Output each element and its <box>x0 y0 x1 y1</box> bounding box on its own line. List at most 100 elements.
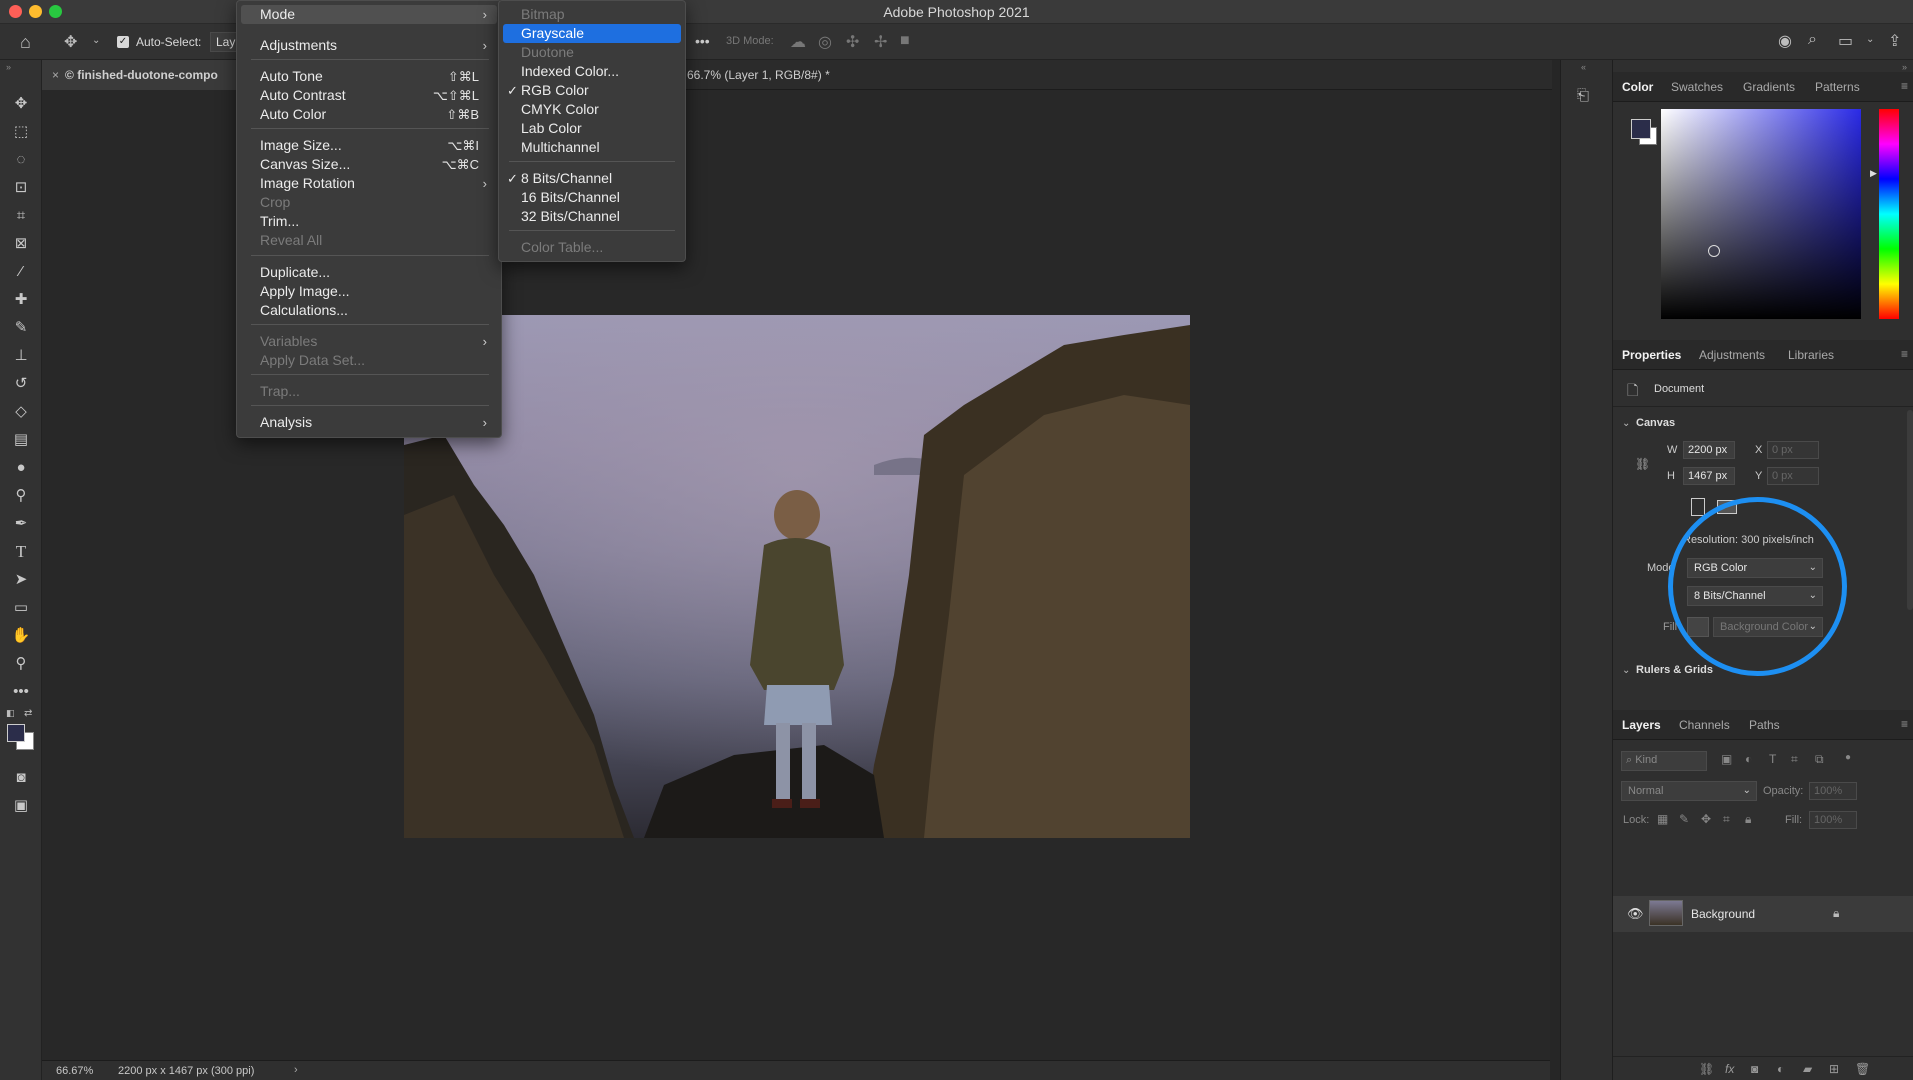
3d-slide-icon[interactable]: ✢ <box>874 32 887 52</box>
move-tool-icon[interactable]: ✥ <box>8 92 34 116</box>
collapse-panels-icon[interactable]: » <box>1902 62 1907 72</box>
lock-position-icon[interactable]: ✥ <box>1701 812 1711 826</box>
width-field[interactable]: 2200 px <box>1683 441 1735 459</box>
menu-item-trim[interactable]: Trim... <box>237 212 501 231</box>
layer-lock-icon[interactable]: 🔒︎ <box>1833 906 1839 921</box>
layers-panel-menu-icon[interactable]: ≡ <box>1901 717 1908 731</box>
menu-item-analysis[interactable]: Analysis › <box>237 413 501 432</box>
status-chevron-icon[interactable]: › <box>294 1064 298 1076</box>
collapse-dock-icon[interactable]: « <box>1581 62 1586 72</box>
lock-transparent-icon[interactable]: ▦ <box>1657 812 1668 826</box>
new-group-icon[interactable]: ▰ <box>1803 1062 1812 1076</box>
blend-mode-select[interactable]: Normal ⌄ <box>1621 781 1757 801</box>
menu-item-calculations[interactable]: Calculations... <box>237 301 501 320</box>
gradient-tool-icon[interactable]: ▤ <box>8 428 34 452</box>
document-size-info[interactable]: 2200 px x 1467 px (300 ppi) <box>118 1065 254 1077</box>
menu-item-auto-tone[interactable]: Auto Tone ⇧⌘L <box>237 67 501 86</box>
submenu-item-cmyk-color[interactable]: CMYK Color <box>499 100 685 119</box>
menu-item-apply-image[interactable]: Apply Image... <box>237 282 501 301</box>
crop-tool-icon[interactable]: ⌗ <box>8 204 34 228</box>
submenu-item-16-bits-channel[interactable]: 16 Bits/Channel <box>499 188 685 207</box>
share-icon[interactable]: ⇪ <box>1888 31 1901 51</box>
move-tool-preset-icon[interactable]: ✥ <box>64 32 77 52</box>
link-dimensions-icon[interactable]: ⛓ <box>1635 457 1650 471</box>
tab-paths[interactable]: Paths <box>1749 710 1780 740</box>
collapse-icon[interactable]: » <box>6 62 11 72</box>
3d-orbit-icon[interactable]: ☁ <box>790 32 806 52</box>
link-layers-icon[interactable]: ⛓ <box>1699 1062 1714 1076</box>
menu-item-auto-contrast[interactable]: Auto Contrast ⌥⇧⌘L <box>237 86 501 105</box>
auto-select-checkbox[interactable]: ✓ <box>117 36 129 48</box>
hue-slider-handle[interactable]: ▶ <box>1870 168 1877 179</box>
menu-item-mode[interactable]: Mode › <box>241 5 497 24</box>
lasso-tool-icon[interactable]: ◌ <box>8 148 34 172</box>
rulers-section-chevron-icon[interactable]: ⌄ <box>1622 665 1630 676</box>
submenu-item-rgb-color[interactable]: ✓ RGB Color <box>499 81 685 100</box>
more-options-button[interactable]: ••• <box>695 33 710 49</box>
blur-tool-icon[interactable]: ● <box>8 456 34 480</box>
filter-smart-object-icon[interactable]: ⧉ <box>1815 752 1824 767</box>
type-tool-icon[interactable]: T <box>8 540 34 564</box>
menu-item-image-size[interactable]: Image Size... ⌥⌘I <box>237 136 501 155</box>
properties-panel-menu-icon[interactable]: ≡ <box>1901 347 1908 361</box>
canvas-section-title[interactable]: Canvas <box>1636 417 1675 429</box>
submenu-item-32-bits-channel[interactable]: 32 Bits/Channel <box>499 207 685 226</box>
lock-all-icon[interactable]: 🔒︎ <box>1745 812 1751 827</box>
y-field[interactable]: 0 px <box>1767 467 1819 485</box>
menu-item-auto-color[interactable]: Auto Color ⇧⌘B <box>237 105 501 124</box>
trash-icon[interactable]: 🗑︎ <box>1855 1062 1870 1076</box>
3d-pan-icon[interactable]: ✣ <box>846 32 859 52</box>
workspace-chevron-icon[interactable]: ⌄ <box>1866 34 1874 45</box>
foreground-color-swatch[interactable] <box>7 724 25 742</box>
canvas-section-chevron-icon[interactable]: ⌄ <box>1622 418 1630 429</box>
eye-icon[interactable]: 👁︎ <box>1627 906 1644 922</box>
object-selection-tool-icon[interactable]: ⊡ <box>8 176 34 200</box>
workspace-icon[interactable]: ▭ <box>1838 31 1853 51</box>
menu-item-image-rotation[interactable]: Image Rotation › <box>237 174 501 193</box>
color-picker-cursor[interactable] <box>1708 245 1720 257</box>
x-field[interactable]: 0 px <box>1767 441 1819 459</box>
portrait-orientation-icon[interactable] <box>1691 498 1705 516</box>
submenu-item-multichannel[interactable]: Multichannel <box>499 138 685 157</box>
auto-select-dropdown[interactable]: Lay <box>210 32 238 52</box>
submenu-item-indexed-color[interactable]: Indexed Color... <box>499 62 685 81</box>
layer-name[interactable]: Background <box>1691 907 1755 921</box>
brush-tool-icon[interactable]: ✎ <box>8 316 34 340</box>
properties-scrollbar[interactable] <box>1907 410 1913 610</box>
lock-image-icon[interactable]: ✎ <box>1679 812 1689 826</box>
marquee-tool-icon[interactable]: ⬚ <box>8 120 34 144</box>
new-adjustment-layer-icon[interactable]: ◐ <box>1777 1062 1784 1076</box>
opacity-field[interactable]: 100% <box>1809 782 1857 800</box>
zoom-level[interactable]: 66.67% <box>56 1065 93 1077</box>
search-icon[interactable]: ⌕ <box>1808 31 1817 49</box>
rectangle-tool-icon[interactable]: ▭ <box>8 596 34 620</box>
filter-shape-icon[interactable]: ⌗ <box>1791 752 1798 767</box>
panel-foreground-swatch[interactable] <box>1631 119 1651 139</box>
layer-style-icon[interactable]: fx <box>1725 1062 1734 1076</box>
eyedropper-tool-icon[interactable]: ⁄ <box>8 260 34 284</box>
tab-channels[interactable]: Channels <box>1679 710 1730 740</box>
document-tab[interactable]: × © finished-duotone-compo <box>42 60 238 90</box>
menu-item-canvas-size[interactable]: Canvas Size... ⌥⌘C <box>237 155 501 174</box>
quick-mask-icon[interactable]: ◙ <box>8 766 34 790</box>
color-panel-menu-icon[interactable]: ≡ <box>1901 79 1908 93</box>
tab-gradients[interactable]: Gradients <box>1743 72 1795 102</box>
submenu-item-lab-color[interactable]: Lab Color <box>499 119 685 138</box>
chevron-down-icon[interactable]: ⌄ <box>92 35 100 46</box>
screen-mode-icon[interactable]: ▣ <box>8 794 34 818</box>
dodge-tool-icon[interactable]: ⚲ <box>8 484 34 508</box>
submenu-item-grayscale[interactable]: Grayscale <box>503 24 681 43</box>
add-mask-icon[interactable]: ◙ <box>1751 1062 1758 1076</box>
eraser-tool-icon[interactable]: ◇ <box>8 400 34 424</box>
layer-kind-filter[interactable]: ⌕ Kind <box>1621 751 1707 771</box>
hand-tool-icon[interactable]: ✋ <box>8 624 34 648</box>
healing-brush-tool-icon[interactable]: ✚ <box>8 288 34 312</box>
path-selection-tool-icon[interactable]: ➤ <box>8 568 34 592</box>
learn-icon[interactable]: ◉ <box>1778 31 1792 51</box>
tab-swatches[interactable]: Swatches <box>1671 72 1723 102</box>
tab-properties[interactable]: Properties <box>1622 340 1681 370</box>
filter-type-icon[interactable]: T <box>1769 752 1776 766</box>
home-icon[interactable]: ⌂ <box>20 32 31 53</box>
tab-libraries[interactable]: Libraries <box>1788 340 1834 370</box>
submenu-item-8-bits-channel[interactable]: ✓ 8 Bits/Channel <box>499 169 685 188</box>
